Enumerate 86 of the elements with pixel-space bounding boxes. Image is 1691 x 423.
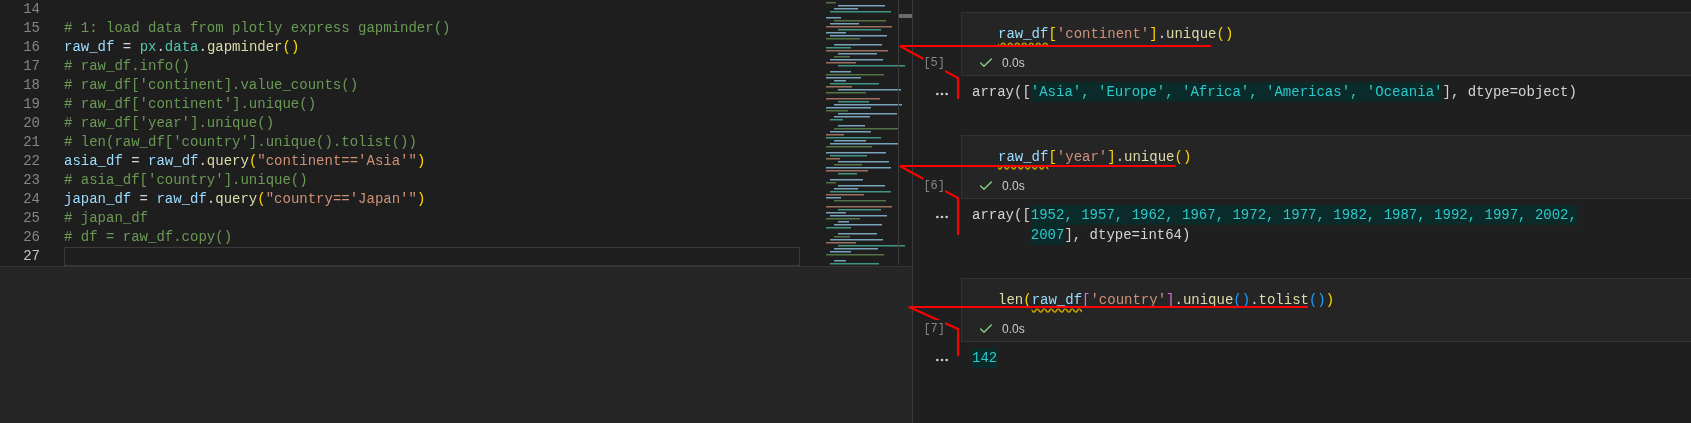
line-number: 25 [22, 209, 40, 228]
code-text: . [198, 38, 207, 57]
code-module: px [139, 38, 157, 57]
line-number: 14 [22, 0, 40, 19]
code-variable: raw_df [148, 152, 199, 171]
line-number: 16 [22, 38, 40, 57]
code-text: array([ [972, 83, 1031, 102]
code-function: tolist [1258, 291, 1309, 310]
code-text: = [121, 38, 133, 57]
code-bracket: () [1174, 148, 1192, 167]
code-text: = [130, 152, 141, 171]
line-number: 23 [22, 171, 40, 190]
code-function: gapminder [206, 38, 283, 57]
code-string: 'continent' [1056, 25, 1150, 44]
output-value: 2007 [1030, 225, 1065, 245]
code-comment: # japan_df [64, 209, 148, 228]
code-function: unique [1182, 291, 1234, 310]
code-comment: # df = raw_df.copy() [64, 228, 233, 247]
execution-count: [6] [923, 177, 945, 195]
execution-count: [5] [923, 54, 945, 72]
code-comment: # raw_df['year'].unique() [64, 114, 275, 133]
code-text: ], dtype=object) [1442, 83, 1577, 102]
code-bracket: ( [248, 152, 258, 171]
line-number: 22 [22, 152, 40, 171]
execution-time: 0.0s [1002, 54, 1025, 72]
code-function: unique [1166, 25, 1217, 44]
code-text: . [206, 190, 216, 209]
code-comment: # raw_df.info() [64, 57, 191, 76]
code-comment: # raw_df['continent'].unique() [64, 95, 317, 114]
code-text: . [198, 152, 207, 171]
code-bracket: [ [1048, 148, 1057, 167]
code-comment: # raw_df['continent].value_counts() [64, 76, 359, 95]
execution-time: 0.0s [1002, 320, 1025, 338]
line-number: 26 [22, 228, 40, 247]
code-comment: # len(raw_df['country'].unique().tolist()) [64, 133, 417, 152]
code-function: query [215, 190, 258, 209]
code-bracket: ) [416, 190, 426, 209]
code-module: data [164, 38, 199, 57]
line-number: 24 [22, 190, 40, 209]
output-value: 1952, 1957, 1962, 1967, 1972, 1977, 1982, 1987, 1992, 1997, 2002, [1030, 205, 1577, 225]
code-variable: asia_df [64, 152, 123, 171]
code-variable-warning: raw_df [998, 148, 1049, 167]
code-bracket: ) [416, 152, 426, 171]
execution-count: [7] [923, 320, 945, 338]
code-bracket: () [282, 38, 300, 57]
code-text: . [1157, 25, 1167, 44]
code-cell[interactable]: raw_df['year'].unique() 0.0s [961, 135, 1691, 199]
code-bracket: ] [1107, 148, 1116, 167]
execution-time: 0.0s [1002, 177, 1025, 195]
code-string: 'country' [1090, 291, 1167, 310]
code-variable: raw_df [156, 190, 207, 209]
code-bracket: ] [1149, 25, 1158, 44]
code-variable-warning: raw_df [998, 25, 1049, 44]
code-string: "continent=='Asia'" [257, 152, 417, 171]
code-bracket: () [1308, 291, 1326, 310]
line-number: 18 [22, 76, 40, 95]
code-comment: # asia_df['country'].unique() [64, 171, 308, 190]
output-value: 142 [972, 348, 998, 368]
code-cell[interactable]: raw_df['continent'].unique() 0.0s [961, 12, 1691, 76]
code-function: unique [1124, 148, 1175, 167]
line-number: 21 [22, 133, 40, 152]
code-function: query [206, 152, 249, 171]
code-text: . [1250, 291, 1259, 310]
code-text: ], dtype=int64) [1064, 226, 1191, 245]
code-bracket: ( [257, 190, 266, 209]
line-number: 20 [22, 114, 40, 133]
line-number: 17 [22, 57, 40, 76]
line-number: 19 [22, 95, 40, 114]
line-number: 15 [22, 19, 40, 38]
code-text: . [1174, 291, 1183, 310]
code-text: = [138, 190, 150, 209]
code-bracket: () [1216, 25, 1234, 44]
code-comment: # 1: load data from plotly express gapminder() [64, 19, 451, 38]
code-string: 'year' [1056, 148, 1108, 167]
code-text: . [156, 38, 165, 57]
output-value: 'Asia', 'Europe', 'Africa', 'Americas', 'Oceania' [1030, 82, 1443, 102]
line-number: 27 [22, 247, 40, 266]
code-text: . [1115, 148, 1125, 167]
code-text: array([ [972, 206, 1031, 225]
code-variable: japan_df [64, 190, 132, 209]
code-variable: raw_df [64, 38, 115, 57]
code-string: "country=='Japan'" [265, 190, 417, 209]
code-bracket: [ [1048, 25, 1057, 44]
code-variable-warning: raw_df [1031, 291, 1083, 310]
code-function: len [998, 291, 1024, 310]
code-bracket: ) [1325, 291, 1335, 310]
